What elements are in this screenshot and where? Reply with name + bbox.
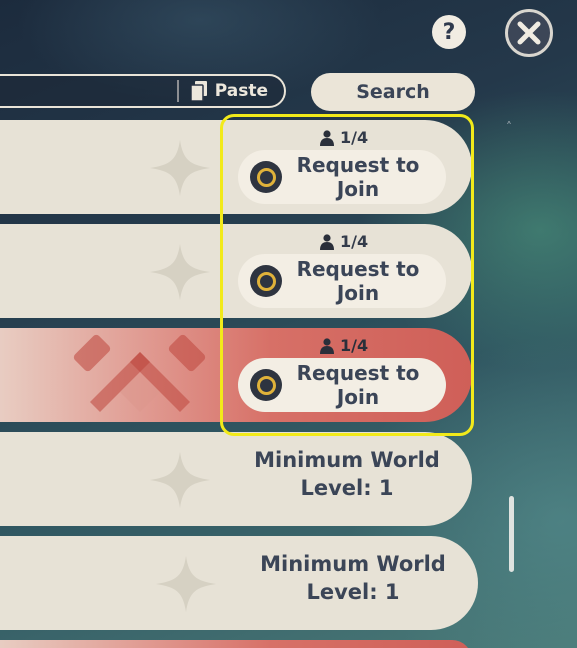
divider — [176, 80, 179, 102]
sparkle-decoration — [150, 244, 210, 300]
request-to-join-button[interactable]: Request to Join — [238, 254, 446, 308]
search-label: Search — [356, 81, 430, 103]
coop-coin-icon — [250, 265, 282, 297]
help-button[interactable]: ? — [432, 15, 466, 49]
request-to-join-label: Request to Join — [296, 257, 420, 305]
request-to-join-label: Request to Join — [296, 361, 420, 409]
sparkle-decoration — [156, 556, 216, 612]
world-row: Minimum World Level: 1 — [0, 432, 472, 526]
help-icon: ? — [442, 19, 456, 45]
player-count: 1/4 — [320, 336, 368, 355]
paste-label: Paste — [214, 81, 268, 101]
co-op-world-list[interactable]: 1/4 Request to Join 1/4 Request to Join — [0, 120, 500, 648]
player-count: 1/4 — [320, 128, 368, 147]
minimum-world-level-text: Minimum World Level: 1 — [254, 448, 440, 500]
world-row: 1/4 Request to Join — [0, 224, 472, 318]
clipboard-icon — [190, 81, 207, 101]
close-button[interactable] — [505, 9, 553, 57]
world-row: Minimum World Level: 1 — [0, 536, 478, 630]
world-row: 1/4 Request to Join — [0, 120, 472, 214]
search-button[interactable]: Search — [311, 73, 475, 111]
world-row-host: 1/4 Request to Join — [0, 328, 472, 422]
close-icon — [517, 21, 541, 45]
player-count: 1/4 — [320, 232, 368, 251]
sparkle-decoration — [150, 140, 210, 196]
request-to-join-button[interactable]: Request to Join — [238, 358, 446, 412]
search-input[interactable]: Paste — [0, 74, 286, 108]
person-icon — [320, 129, 334, 146]
person-icon — [320, 233, 334, 250]
sparkle-decoration — [150, 452, 210, 508]
minimum-world-level-text: Minimum World Level: 1 — [260, 552, 446, 604]
scrollbar-thumb[interactable] — [509, 496, 514, 572]
coop-coin-icon — [250, 369, 282, 401]
world-row-host — [0, 640, 472, 648]
paste-button[interactable]: Paste — [176, 80, 268, 102]
scroll-up-icon[interactable]: ˄ — [506, 120, 512, 134]
crossed-hammers-emblem — [73, 334, 206, 412]
person-icon — [320, 337, 334, 354]
coop-coin-icon — [250, 161, 282, 193]
request-to-join-button[interactable]: Request to Join — [238, 150, 446, 204]
request-to-join-label: Request to Join — [296, 153, 420, 201]
